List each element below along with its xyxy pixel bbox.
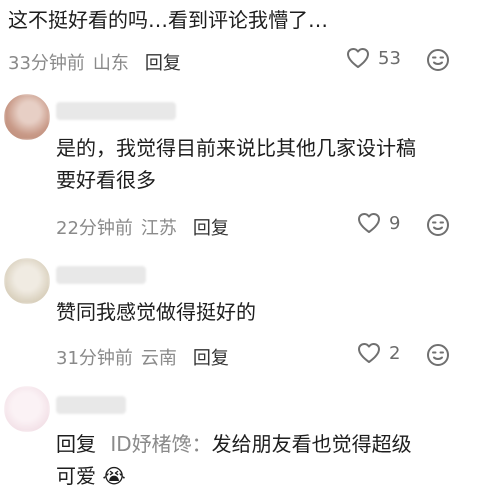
comment-2-meta: 22分钟前 江苏 回复 — [56, 214, 229, 240]
comment-1-reply-button[interactable]: 回复 — [145, 49, 181, 75]
comment-4-avatar-image — [4, 386, 50, 432]
comment-2-text-line-1: 是的，我觉得目前来说比其他几家设计稿 — [56, 136, 416, 160]
comment-2-emoji-button[interactable] — [426, 213, 450, 237]
comment-4-avatar[interactable] — [4, 386, 50, 432]
comment-3-like-button[interactable]: 2 — [357, 342, 400, 364]
comment-4-mention[interactable]: ID妤楮馋： — [110, 432, 211, 456]
comment-2-avatar[interactable] — [4, 94, 50, 140]
comment-1-like-button[interactable]: 53 — [346, 47, 401, 69]
comment-1-meta: 33分钟前 山东 回复 — [8, 49, 181, 75]
comment-2-time: 22分钟前 — [56, 218, 133, 239]
heart-outline-icon — [347, 48, 369, 68]
comment-4-username[interactable] — [56, 396, 126, 414]
smile-emoji-icon — [427, 344, 449, 366]
comment-4-text-line-2: 可爱 😭 — [56, 460, 476, 492]
comment-1-emoji-button[interactable] — [426, 48, 450, 72]
comment-3-like-count: 2 — [389, 342, 401, 364]
comment-3-username[interactable] — [56, 266, 146, 284]
comment-2-avatar-image — [4, 94, 50, 140]
heart-outline-icon — [358, 213, 380, 233]
comment-3-avatar-image — [4, 258, 50, 304]
comment-4-text-line-1: 回复 ID妤楮馋：发给朋友看也觉得超级 — [56, 428, 476, 460]
smile-emoji-icon — [427, 49, 449, 71]
comment-3-time: 31分钟前 — [56, 348, 133, 369]
comment-3-reply-button[interactable]: 回复 — [193, 344, 229, 370]
comment-2-text-line-2: 要好看很多 — [56, 168, 156, 192]
heart-outline-icon — [358, 343, 380, 363]
comment-4-text-line-1-content: 发给朋友看也觉得超级 — [211, 432, 412, 456]
comment-1-location: 山东 — [92, 53, 129, 74]
comment-1-time: 33分钟前 — [8, 53, 85, 74]
comment-1-like-count: 53 — [378, 47, 401, 69]
crying-emoji-icon: 😭 — [102, 464, 126, 488]
comment-4-text: 回复 ID妤楮馋：发给朋友看也觉得超级 可爱 😭 — [56, 428, 476, 492]
comment-4-reply-prefix: 回复 — [56, 432, 96, 456]
comment-1-text: 这不挺好看的吗…看到评论我懵了… — [8, 8, 328, 32]
smile-emoji-icon — [427, 214, 449, 236]
comment-3-text: 赞同我感觉做得挺好的 — [56, 300, 256, 324]
comment-3-avatar[interactable] — [4, 258, 50, 304]
comment-2-like-count: 9 — [389, 212, 401, 234]
comment-2-like-button[interactable]: 9 — [357, 212, 400, 234]
comment-2-location: 江苏 — [140, 218, 177, 239]
comment-2-username[interactable] — [56, 102, 176, 120]
comment-2-text: 是的，我觉得目前来说比其他几家设计稿 要好看很多 — [56, 132, 476, 196]
comment-2-reply-button[interactable]: 回复 — [193, 214, 229, 240]
comment-3-meta: 31分钟前 云南 回复 — [56, 344, 229, 370]
comment-3-location: 云南 — [140, 348, 177, 369]
comment-3-emoji-button[interactable] — [426, 343, 450, 367]
comment-4-text-line-2-content: 可爱 — [56, 464, 96, 488]
